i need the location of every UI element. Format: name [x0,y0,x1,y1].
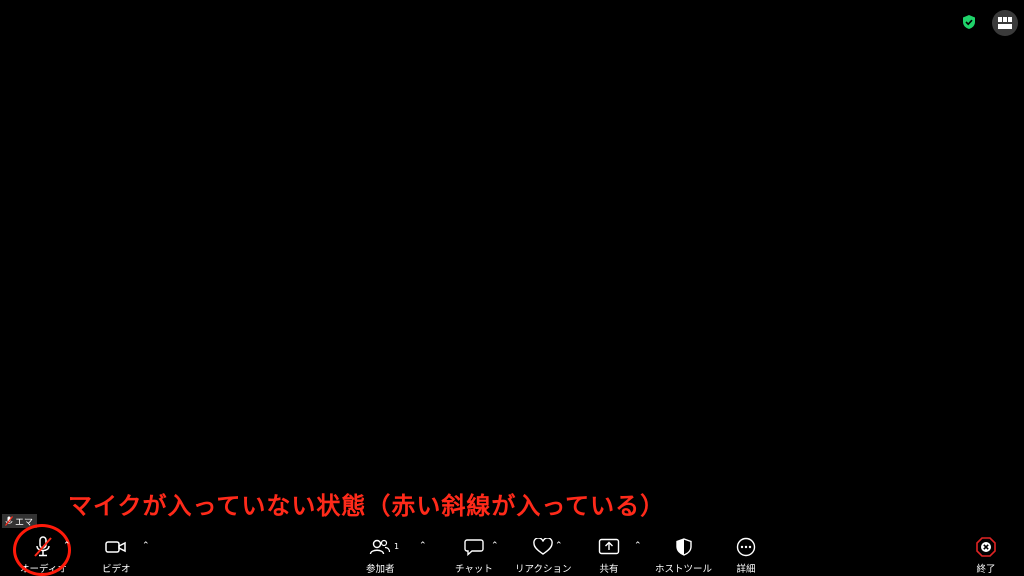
encryption-shield-icon[interactable] [961,14,977,30]
heart-icon [531,536,555,558]
reactions-label: リアクション [515,564,572,575]
more-button[interactable]: 詳細 [734,536,758,575]
chat-bubble-icon [462,536,486,558]
end-meeting-button[interactable]: 終了 [974,536,998,575]
annotation-text: マイクが入っていない状態（赤い斜線が入っている） [68,492,666,520]
reactions-button[interactable]: リアクション [515,536,572,575]
share-label: 共有 [599,564,619,575]
participants-count: 1 [394,542,400,551]
share-upload-icon [597,536,621,558]
chat-button[interactable]: チャット [455,536,493,575]
audio-options-caret[interactable]: ⌃ [63,541,71,551]
reactions-options-caret[interactable]: ⌃ [555,541,563,551]
share-options-caret[interactable]: ⌃ [634,541,642,551]
share-button[interactable]: 共有 [597,536,621,575]
muted-mic-small-icon [5,516,13,526]
participants-label: 参加者 [366,564,395,575]
video-label: ビデオ [102,564,131,575]
host-tools-button[interactable]: ホストツール [655,536,712,575]
chat-options-caret[interactable]: ⌃ [491,541,499,551]
participants-icon [368,536,392,558]
host-shield-icon [672,536,696,558]
participants-button[interactable]: 参加者 [366,536,395,575]
video-options-caret[interactable]: ⌃ [142,541,150,551]
more-label: 詳細 [736,564,756,575]
chat-label: チャット [455,564,493,575]
grid-view-icon[interactable] [992,10,1018,36]
end-label: 終了 [976,564,996,575]
host-tools-label: ホストツール [655,564,713,575]
participants-options-caret[interactable]: ⌃ [419,541,427,551]
video-camera-icon [104,536,128,558]
more-dots-icon [734,536,758,558]
end-x-icon [974,536,998,558]
video-button[interactable]: ビデオ [102,536,131,575]
